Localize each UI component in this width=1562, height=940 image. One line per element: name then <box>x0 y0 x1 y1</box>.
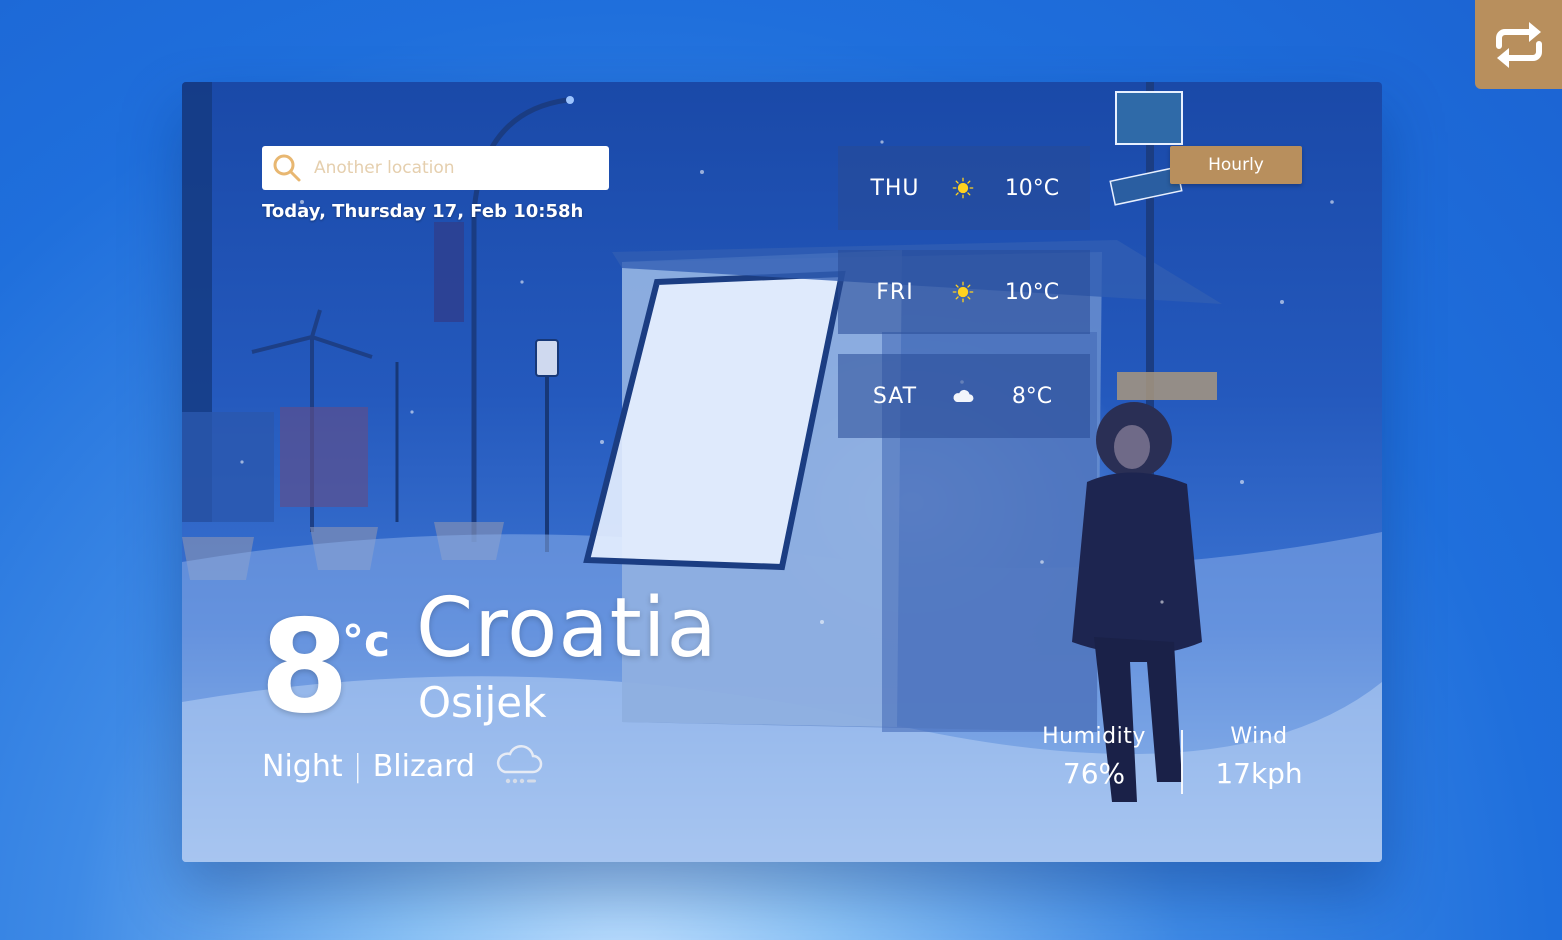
forecast-day-thu[interactable]: THU 10°C <box>838 146 1090 230</box>
forecast-day-sat[interactable]: SAT 8°C <box>838 354 1090 438</box>
weather-condition: Blizard <box>372 748 475 784</box>
wind-stat: Wind 17kph <box>1204 724 1314 790</box>
forecast-temp: 10°C <box>1004 175 1060 201</box>
snowy-street-background <box>182 82 1382 862</box>
forecast-day-label: FRI <box>876 279 914 305</box>
stat-divider <box>1181 730 1183 794</box>
wind-label: Wind <box>1230 724 1288 749</box>
forecast-day-label: THU <box>870 175 920 201</box>
search-box[interactable] <box>262 146 609 190</box>
current-temperature: 8 <box>260 593 350 742</box>
forecast-day-fri[interactable]: FRI 10°C <box>838 250 1090 334</box>
temperature-unit: °c <box>342 616 391 667</box>
hourly-button[interactable]: Hourly <box>1170 146 1302 184</box>
wind-value: 17kph <box>1215 757 1303 790</box>
time-of-day: Night <box>262 748 343 784</box>
humidity-value: 76% <box>1062 757 1126 790</box>
swap-view-button[interactable] <box>1475 0 1562 89</box>
condition-row: Night | Blizard <box>262 744 543 788</box>
forecast-temp: 8°C <box>1011 383 1053 409</box>
city-name: Osijek <box>418 678 547 727</box>
search-icon <box>273 154 301 182</box>
snow-cloud-icon <box>495 744 543 788</box>
country-name: Croatia <box>416 581 718 676</box>
sun-icon <box>952 171 974 205</box>
humidity-label: Humidity <box>1042 724 1146 749</box>
search-input[interactable] <box>314 146 609 190</box>
sun-icon <box>952 275 974 309</box>
current-date: Today, Thursday 17, Feb 10:58h <box>262 201 584 222</box>
condition-separator: | <box>352 748 363 784</box>
weather-card: Today, Thursday 17, Feb 10:58h THU 10°C … <box>182 82 1382 862</box>
humidity-stat: Humidity 76% <box>1034 724 1154 790</box>
repeat-icon <box>1495 21 1542 68</box>
forecast-day-label: SAT <box>872 383 918 409</box>
forecast-temp: 10°C <box>1004 279 1060 305</box>
cloud-icon <box>952 382 974 410</box>
